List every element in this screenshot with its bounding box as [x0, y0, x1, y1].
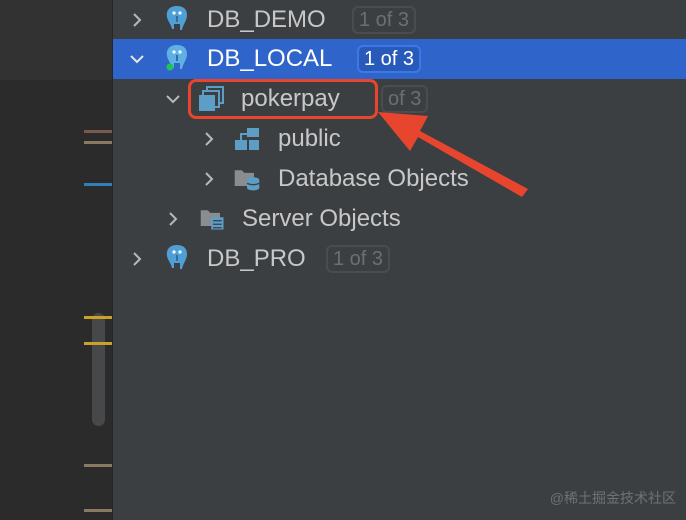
node-label: DB_LOCAL	[207, 45, 333, 72]
gutter-top-band	[0, 0, 113, 80]
node-label: DB_DEMO	[207, 6, 326, 33]
chevron-right-icon[interactable]	[165, 211, 181, 227]
schema-icon	[233, 125, 261, 153]
session-count-badge: of 3	[381, 85, 429, 113]
gutter-marker	[84, 342, 112, 345]
node-label: public	[278, 125, 341, 152]
session-count-badge: 1 of 3	[326, 245, 391, 273]
session-count-badge: 1 of 3	[357, 45, 422, 73]
chevron-down-icon[interactable]	[165, 91, 181, 107]
chevron-right-icon[interactable]	[129, 12, 145, 28]
gutter-marker	[84, 464, 112, 467]
tree-node-server-objects[interactable]: Server Objects	[113, 199, 686, 239]
gutter-marker	[84, 316, 112, 319]
tree-node-db-pro[interactable]: DB_PRO 1 of 3	[113, 239, 686, 279]
tree-node-public[interactable]: public	[113, 119, 686, 159]
watermark-text: @稀土掘金技术社区	[549, 490, 676, 506]
tree-node-db-demo[interactable]: DB_DEMO 1 of 3	[113, 0, 686, 40]
node-label: Server Objects	[242, 205, 401, 232]
editor-gutter	[0, 0, 113, 520]
annotation-highlight-box	[188, 79, 378, 119]
chevron-down-icon[interactable]	[129, 51, 145, 67]
database-explorer-tree: DB_DEMO 1 of 3 DB_LOCAL 1 of 3 pokerpay …	[113, 0, 686, 520]
node-label: DB_PRO	[207, 245, 306, 272]
folder-server-icon	[199, 205, 227, 233]
chevron-right-icon[interactable]	[201, 171, 217, 187]
postgresql-elephant-icon	[163, 243, 191, 271]
session-count-badge: 1 of 3	[352, 6, 417, 34]
gutter-marker	[84, 183, 112, 186]
postgresql-elephant-icon	[163, 43, 191, 71]
chevron-right-icon[interactable]	[129, 251, 145, 267]
gutter-marker	[84, 509, 112, 512]
tree-node-database-objects[interactable]: Database Objects	[113, 159, 686, 199]
folder-database-icon	[233, 165, 261, 193]
gutter-marker	[84, 130, 112, 133]
tree-node-db-local[interactable]: DB_LOCAL 1 of 3	[113, 39, 686, 79]
postgresql-elephant-icon	[163, 4, 191, 32]
chevron-right-icon[interactable]	[201, 131, 217, 147]
gutter-marker	[84, 141, 112, 144]
node-label: Database Objects	[278, 165, 469, 192]
gutter-scrollbar[interactable]	[92, 313, 105, 426]
